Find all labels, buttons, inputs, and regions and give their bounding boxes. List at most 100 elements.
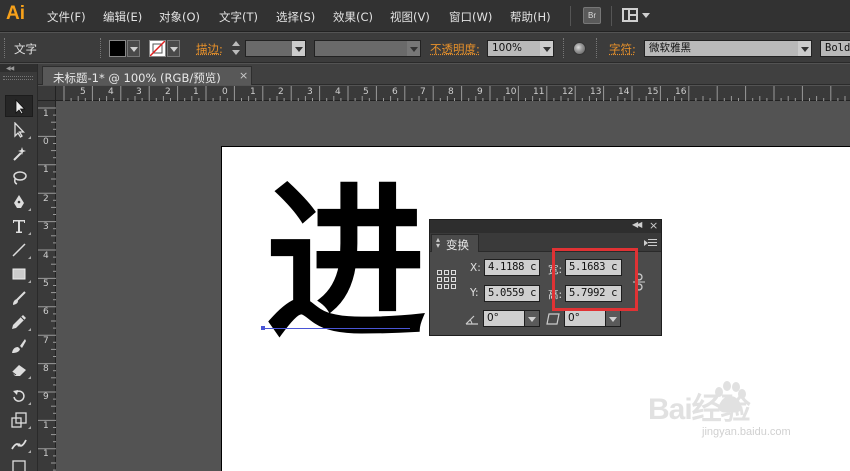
- tool-flyout-indicator: [28, 232, 31, 235]
- document-tab[interactable]: 未标题-1* @ 100% (RGB/预览) ×: [42, 66, 252, 85]
- ruler-origin[interactable]: [38, 86, 56, 101]
- reference-point[interactable]: [437, 270, 442, 275]
- tab-transform[interactable]: ▴ ▾ 变换: [431, 234, 479, 252]
- blob-brush-tool[interactable]: [5, 335, 33, 357]
- ruler-label: 11: [533, 87, 544, 97]
- selection-arrow-icon: [12, 99, 28, 115]
- panel-title-bar[interactable]: ◀◀ ×: [430, 220, 661, 233]
- stroke-swatch[interactable]: [149, 40, 166, 57]
- pen-tool[interactable]: [5, 191, 33, 213]
- recolor-artwork-icon[interactable]: [573, 42, 586, 55]
- shear-dropdown[interactable]: [605, 310, 621, 327]
- menu-select[interactable]: 选择(S): [276, 9, 315, 25]
- menu-edit[interactable]: 编辑(E): [103, 9, 142, 25]
- ruler-label: 5: [363, 87, 369, 97]
- horizontal-ruler[interactable]: 5 4 3 2 1 0 1 2 3 4 5 6 7 8 9 10 11 12 1…: [56, 86, 850, 101]
- arrow-down-icon: [232, 50, 240, 55]
- close-icon[interactable]: ×: [239, 69, 248, 82]
- text-anchor-point[interactable]: [261, 326, 265, 330]
- tool-flyout-indicator: [28, 376, 31, 379]
- reference-point[interactable]: [451, 277, 456, 282]
- menu-help[interactable]: 帮助(H): [510, 9, 551, 25]
- font-family-field[interactable]: 微软雅黑: [644, 40, 799, 57]
- ruler-label: 2: [43, 194, 49, 204]
- fill-dropdown[interactable]: [127, 40, 140, 57]
- variable-width-profile[interactable]: [314, 40, 408, 57]
- free-transform-tool[interactable]: [5, 456, 33, 471]
- rotate-field[interactable]: 0°: [483, 310, 525, 327]
- reference-point[interactable]: [437, 277, 442, 282]
- panel-grip[interactable]: [596, 38, 599, 58]
- selection-tool[interactable]: [5, 95, 33, 117]
- line-tool[interactable]: [5, 239, 33, 261]
- watermark: Bai经验 jingyan.baidu.com: [648, 384, 791, 438]
- arrange-documents-button[interactable]: [622, 7, 652, 24]
- stroke-weight-spinner[interactable]: [231, 39, 242, 58]
- tools-panel: ◀◀: [0, 64, 38, 471]
- font-style-field[interactable]: Bold: [820, 40, 850, 57]
- eraser-icon: [11, 362, 27, 378]
- panel-grip[interactable]: [3, 76, 33, 80]
- rotate-angle-icon: [464, 313, 480, 325]
- rotate-dropdown[interactable]: [524, 310, 540, 327]
- menu-type[interactable]: 文字(T): [219, 9, 258, 25]
- paintbrush-tool[interactable]: [5, 287, 33, 309]
- menu-view[interactable]: 视图(V): [390, 9, 430, 25]
- collapse-icon[interactable]: ◀◀: [6, 65, 13, 72]
- opacity-label[interactable]: 不透明度:: [430, 41, 480, 57]
- eraser-tool[interactable]: [5, 359, 33, 381]
- tool-flyout-indicator: [28, 328, 31, 331]
- chevron-down-icon: [642, 13, 650, 18]
- y-field[interactable]: 5.0559 c: [484, 285, 540, 302]
- reference-point[interactable]: [451, 270, 456, 275]
- panel-grip[interactable]: [4, 38, 7, 58]
- reference-point[interactable]: [444, 277, 449, 282]
- scale-tool[interactable]: [5, 409, 33, 431]
- chevron-down-icon: [801, 47, 809, 52]
- menu-window[interactable]: 窗口(W): [449, 9, 492, 25]
- ruler-label: 7: [420, 87, 426, 97]
- opacity-dropdown[interactable]: [540, 40, 554, 57]
- no-stroke-icon: [150, 41, 165, 56]
- panel-grip[interactable]: [563, 38, 566, 58]
- shear-field[interactable]: 0°: [564, 310, 606, 327]
- close-icon[interactable]: ×: [649, 219, 658, 232]
- tool-flyout-indicator: [28, 256, 31, 259]
- rectangle-tool[interactable]: [5, 263, 33, 285]
- tool-flyout-indicator: [28, 280, 31, 283]
- reference-point-locator[interactable]: [437, 270, 457, 290]
- tab-transform-label: 变换: [446, 237, 469, 253]
- direct-selection-tool[interactable]: [5, 119, 33, 141]
- type-tool[interactable]: [5, 215, 33, 237]
- menu-file[interactable]: 文件(F): [47, 9, 86, 25]
- reference-point[interactable]: [444, 284, 449, 289]
- stroke-weight-field[interactable]: [245, 40, 293, 57]
- width-tool[interactable]: [5, 433, 33, 455]
- panel-grip[interactable]: [100, 38, 103, 58]
- collapse-panel-icon[interactable]: ◀◀: [632, 220, 640, 229]
- fill-swatch[interactable]: [109, 40, 126, 57]
- expand-collapse-icon[interactable]: ▴ ▾: [436, 237, 440, 249]
- menu-effect[interactable]: 效果(C): [333, 9, 373, 25]
- x-field[interactable]: 4.1188 c: [484, 259, 540, 276]
- font-family-dropdown[interactable]: [798, 40, 812, 57]
- stroke-weight-dropdown[interactable]: [292, 40, 306, 57]
- pencil-tool[interactable]: [5, 311, 33, 333]
- rotate-tool[interactable]: [5, 385, 33, 407]
- canvas-text-object[interactable]: 进: [265, 180, 426, 348]
- bridge-button[interactable]: Br: [583, 7, 601, 24]
- stroke-dropdown[interactable]: [167, 40, 180, 57]
- opacity-field[interactable]: 100%: [487, 40, 541, 57]
- vertical-ruler[interactable]: 1 0 1 2 3 4 5 6 7 8 9 1 1: [38, 101, 56, 471]
- reference-point[interactable]: [444, 270, 449, 275]
- lasso-tool[interactable]: [5, 167, 33, 189]
- variable-width-dropdown[interactable]: [407, 40, 421, 57]
- reference-point[interactable]: [437, 284, 442, 289]
- menu-object[interactable]: 对象(O): [159, 9, 200, 25]
- panel-menu-icon[interactable]: [644, 237, 658, 247]
- reference-point[interactable]: [451, 284, 456, 289]
- stroke-label[interactable]: 描边:: [196, 41, 223, 57]
- magic-wand-tool[interactable]: [5, 143, 33, 165]
- character-label[interactable]: 字符:: [609, 41, 636, 57]
- document-tab-bar: 未标题-1* @ 100% (RGB/预览) ×: [38, 64, 850, 85]
